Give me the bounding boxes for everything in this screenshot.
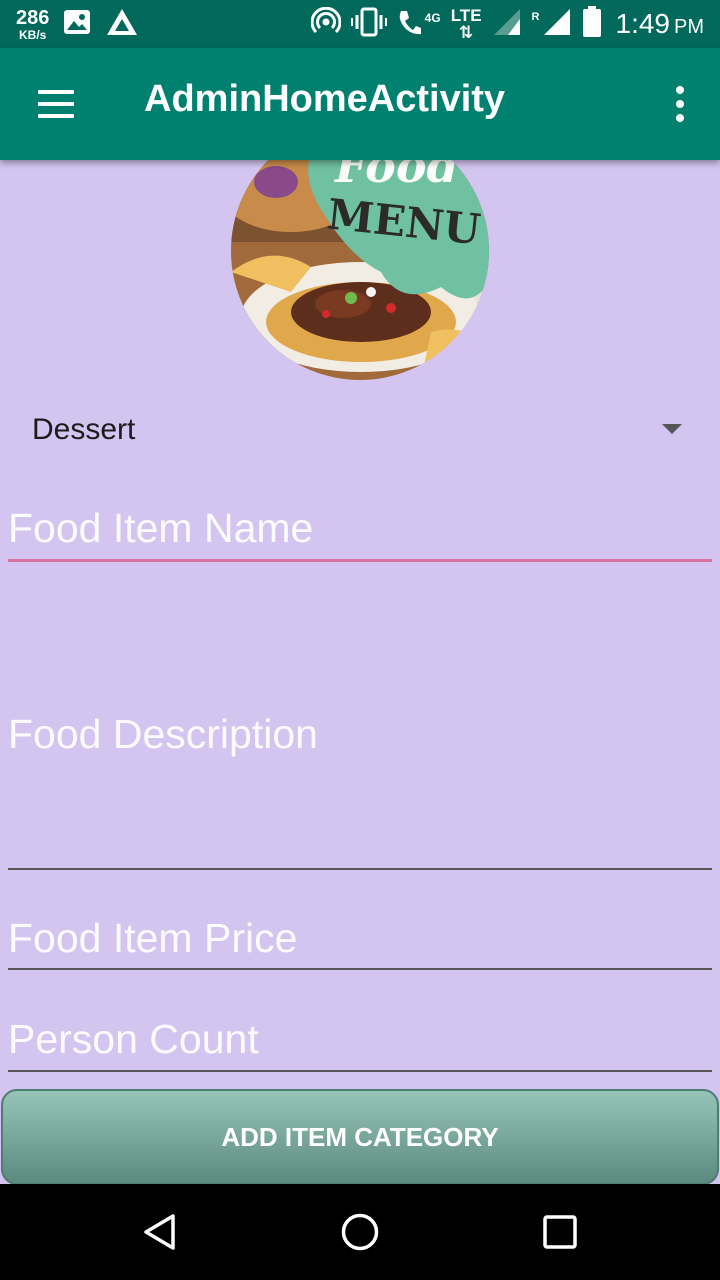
network-speed-value: 286 [16, 6, 50, 29]
network-speed: 286 KB/s [16, 8, 49, 41]
status-bar: 286 KB/s 4G LTE ⇅ R 1:49 PM [0, 0, 720, 48]
page-title: AdminHomeActivity [144, 78, 506, 120]
photo-icon [63, 9, 91, 40]
status-left: 286 KB/s [0, 7, 139, 42]
recents-icon[interactable] [500, 1184, 620, 1280]
dropdown-arrow-icon [662, 424, 682, 434]
food-item-name-input[interactable] [8, 498, 712, 562]
add-item-category-button[interactable]: ADD ITEM CATEGORY [1, 1089, 719, 1185]
signal-icon [492, 7, 522, 42]
food-menu-image[interactable]: Food MENU [231, 122, 489, 380]
network-lte-label: LTE ⇅ [450, 6, 482, 42]
network-4g-label: 4G [424, 11, 441, 25]
hotspot-icon [310, 6, 342, 42]
back-icon[interactable] [100, 1184, 220, 1280]
time-value: 1:49 [615, 8, 671, 39]
vibrate-icon [350, 7, 387, 42]
status-right: 4G LTE ⇅ R 1:49 PM [310, 0, 705, 48]
food-description-input[interactable] [8, 590, 712, 870]
wifi-calling-icon [397, 7, 421, 42]
time-ampm: PM [674, 16, 704, 38]
roaming-label: R [531, 11, 540, 23]
network-speed-unit: KB/s [19, 27, 47, 42]
home-icon[interactable] [300, 1184, 420, 1280]
food-item-price-input[interactable] [8, 908, 712, 970]
drive-icon [105, 7, 139, 42]
lte-text: LTE [450, 6, 482, 25]
app-bar: AdminHomeActivity [0, 48, 720, 160]
overflow-icon[interactable] [670, 84, 690, 124]
person-count-input[interactable] [8, 1008, 712, 1072]
category-spinner-selected: Dessert [32, 413, 136, 446]
category-spinner[interactable]: Dessert [32, 404, 688, 456]
menu-icon[interactable] [36, 88, 76, 120]
status-time: 1:49 PM [616, 8, 705, 40]
battery-icon [582, 5, 602, 43]
navigation-bar [0, 1184, 720, 1280]
signal-roaming-icon [542, 7, 572, 42]
